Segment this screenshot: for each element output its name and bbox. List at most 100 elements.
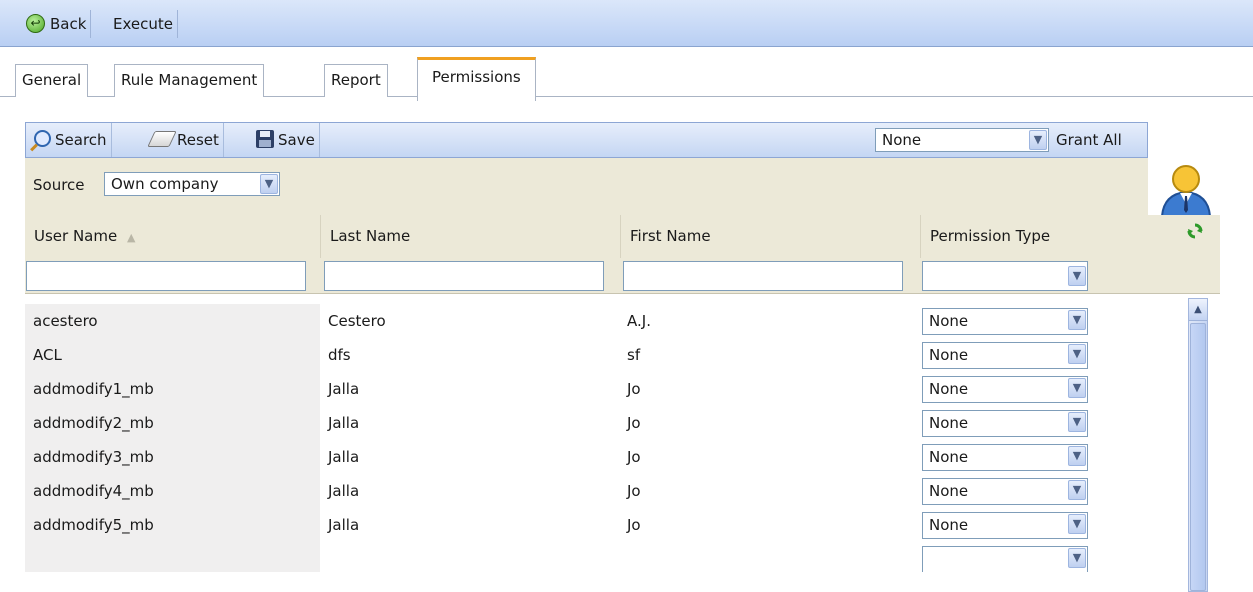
tab-rule-management[interactable]: Rule Management: [114, 64, 265, 97]
permission-select[interactable]: None ▼: [922, 376, 1088, 403]
grant-permission-select[interactable]: None ▼: [875, 128, 1049, 152]
tab-label: Report: [331, 71, 381, 89]
last-name-cell: Cestero: [328, 312, 386, 330]
user-name-cell: addmodify3_mb: [25, 440, 320, 474]
chevron-down-icon[interactable]: ▼: [1068, 548, 1086, 568]
permission-value: None: [929, 312, 969, 330]
user-name-cell: acestero: [25, 304, 320, 338]
permission-value: None: [929, 414, 969, 432]
search-label: Search: [55, 131, 107, 149]
first-name-cell: Jo: [627, 482, 641, 500]
table-row[interactable]: addmodify1_mb Jalla Jo None ▼: [25, 372, 1185, 406]
first-name-cell: Jo: [627, 414, 641, 432]
chevron-down-icon[interactable]: ▼: [1068, 344, 1086, 364]
back-button[interactable]: ↩ Back: [22, 10, 92, 38]
grant-all-label: Grant All: [1056, 131, 1122, 149]
first-name-cell: sf: [627, 346, 641, 364]
permission-select[interactable]: None ▼: [922, 410, 1088, 437]
permission-select[interactable]: None ▼: [922, 342, 1088, 369]
last-name-cell: Jalla: [328, 414, 360, 432]
reset-button[interactable]: Reset: [147, 123, 224, 157]
grid-toolbar: Search Reset Save None ▼ Grant All: [25, 122, 1148, 158]
first-name-cell: Jo: [627, 516, 641, 534]
chevron-down-icon[interactable]: ▼: [1068, 514, 1086, 534]
grid-header-row: User Name ▲ Last Name First Name Permiss…: [25, 215, 1220, 258]
first-name-filter-input[interactable]: [623, 261, 903, 291]
chevron-down-icon[interactable]: ▼: [1068, 446, 1086, 466]
last-name-cell: dfs: [328, 346, 351, 364]
column-header-label: Permission Type: [930, 227, 1051, 245]
permission-value: None: [929, 482, 969, 500]
first-name-cell: Jo: [627, 448, 641, 466]
execute-button[interactable]: Execute: [109, 10, 178, 38]
permissions-panel: Search Reset Save None ▼ Grant All Sourc…: [25, 122, 1220, 592]
last-name-filter-input[interactable]: [324, 261, 604, 291]
permission-select[interactable]: None ▼: [922, 512, 1088, 539]
column-header-first-name[interactable]: First Name: [620, 215, 920, 258]
user-name-cell: addmodify5_mb: [25, 508, 320, 542]
column-header-label: First Name: [630, 227, 711, 245]
table-row[interactable]: addmodify3_mb Jalla Jo None ▼: [25, 440, 1185, 474]
table-row[interactable]: addmodify2_mb Jalla Jo None ▼: [25, 406, 1185, 440]
user-name-cell: addmodify2_mb: [25, 406, 320, 440]
chevron-down-icon[interactable]: ▼: [1068, 378, 1086, 398]
source-select[interactable]: Own company ▼: [104, 172, 280, 196]
permission-value: None: [929, 448, 969, 466]
last-name-cell: Jalla: [328, 482, 360, 500]
permission-value: None: [929, 380, 969, 398]
search-button[interactable]: Search: [34, 123, 112, 157]
back-icon: ↩: [26, 14, 45, 33]
scroll-thumb[interactable]: [1190, 323, 1206, 591]
source-select-value: Own company: [111, 175, 219, 193]
tab-label: Permissions: [432, 68, 521, 86]
chevron-down-icon[interactable]: ▼: [1068, 480, 1086, 500]
table-row[interactable]: ▼: [25, 542, 1185, 572]
main-toolbar: ↩ Back Execute: [0, 0, 1253, 47]
permission-select[interactable]: ▼: [922, 546, 1088, 572]
tab-label: Rule Management: [121, 71, 258, 89]
chevron-down-icon[interactable]: ▼: [260, 174, 278, 194]
permission-type-filter-select[interactable]: ▼: [922, 261, 1088, 291]
table-row[interactable]: addmodify5_mb Jalla Jo None ▼: [25, 508, 1185, 542]
last-name-cell: Jalla: [328, 380, 360, 398]
search-icon: [34, 130, 51, 147]
scroll-up-icon[interactable]: ▲: [1189, 299, 1207, 321]
chevron-down-icon[interactable]: ▼: [1068, 412, 1086, 432]
tab-general[interactable]: General: [15, 64, 89, 97]
tab-permissions[interactable]: Permissions: [417, 57, 536, 101]
tab-report[interactable]: Report: [324, 64, 388, 97]
column-header-user-name[interactable]: User Name ▲: [25, 215, 320, 258]
chevron-down-icon[interactable]: ▼: [1068, 310, 1086, 330]
first-name-cell: Jo: [627, 380, 641, 398]
last-name-cell: Jalla: [328, 448, 360, 466]
chevron-down-icon[interactable]: ▼: [1029, 130, 1047, 150]
save-label: Save: [278, 131, 315, 149]
user-name-cell: addmodify4_mb: [25, 474, 320, 508]
column-header-permission-type[interactable]: Permission Type: [920, 215, 1185, 258]
column-header-label: User Name: [34, 227, 118, 245]
permission-value: None: [929, 346, 969, 364]
save-button[interactable]: Save: [256, 123, 320, 157]
table-row[interactable]: addmodify4_mb Jalla Jo None ▼: [25, 474, 1185, 508]
reset-label: Reset: [177, 131, 219, 149]
permission-select[interactable]: None ▼: [922, 444, 1088, 471]
user-avatar-icon: [1160, 165, 1212, 217]
first-name-cell: A.J.: [627, 312, 651, 330]
source-filter-bar: Source Own company ▼: [25, 158, 1148, 215]
permission-select[interactable]: None ▼: [922, 308, 1088, 335]
grant-all-button[interactable]: Grant All: [1056, 123, 1126, 157]
permission-select[interactable]: None ▼: [922, 478, 1088, 505]
user-name-cell: ACL: [25, 338, 320, 372]
tab-label: General: [22, 71, 82, 89]
user-name-filter-input[interactable]: [26, 261, 306, 291]
execute-label: Execute: [113, 15, 173, 33]
chevron-down-icon[interactable]: ▼: [1068, 266, 1086, 286]
grid-filter-row: ▼: [25, 258, 1220, 294]
grid-scrollbar[interactable]: ▲: [1188, 298, 1208, 592]
save-icon: [256, 129, 274, 148]
table-row[interactable]: acestero Cestero A.J. None ▼: [25, 304, 1185, 338]
column-header-last-name[interactable]: Last Name: [320, 215, 620, 258]
table-row[interactable]: ACL dfs sf None ▼: [25, 338, 1185, 372]
refresh-icon[interactable]: [1187, 223, 1203, 239]
sort-asc-icon: ▲: [127, 231, 136, 244]
